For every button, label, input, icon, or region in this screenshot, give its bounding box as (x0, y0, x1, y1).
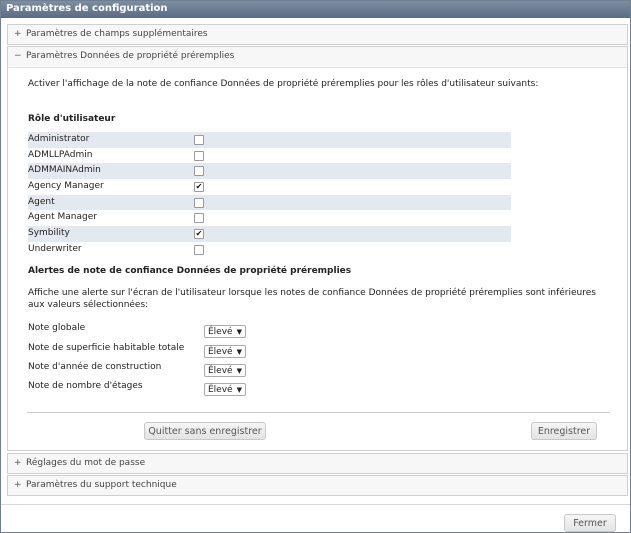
panel-prefill: − Paramètres Données de propriété préremp… (7, 46, 628, 451)
dropdown-arrow-icon: ▼ (236, 348, 242, 356)
panel-support-title: Paramètres du support technique (26, 480, 177, 490)
prefill-description: Activer l'affichage de la note de confia… (28, 79, 539, 89)
panel-extra-fields-title: Paramètres de champs supplémentaires (26, 29, 208, 39)
role-label: Symbility (28, 228, 70, 239)
alert-label: Note globale (28, 323, 86, 333)
role-label: Agency Manager (28, 181, 104, 192)
role-label: Agent (28, 196, 55, 207)
role-label: Agent Manager (28, 212, 97, 223)
alert-label: Note d'année de construction (28, 362, 162, 372)
role-row: Agent Manager (28, 210, 511, 226)
expand-icon: + (14, 458, 22, 468)
config-window: Paramètres de configuration + Paramètres … (0, 0, 631, 533)
role-row: Administrator (28, 132, 511, 148)
expand-icon: + (14, 480, 22, 490)
panel-extra-fields[interactable]: + Paramètres de champs supplémentaires (7, 24, 628, 45)
expand-icon: + (14, 29, 22, 39)
panel-support[interactable]: + Paramètres du support technique (7, 475, 628, 496)
quit-without-saving-button[interactable]: Quitter sans enregistrer (144, 422, 266, 440)
panel-support-header[interactable]: + Paramètres du support technique (8, 476, 627, 496)
role-label: Underwriter (28, 243, 82, 254)
role-checkbox[interactable] (194, 135, 204, 145)
role-checkbox[interactable]: ✔ (194, 182, 204, 193)
role-row: ADMLLPAdmin (28, 148, 511, 164)
role-row: Agency Manager ✔ (28, 179, 511, 195)
alert-select[interactable]: Élevé ▼ (204, 345, 246, 358)
alerts-heading: Alertes de note de confiance Données de … (28, 266, 352, 276)
panel-password-title: Réglages du mot de passe (26, 458, 146, 468)
role-row: Agent (28, 194, 511, 211)
footer-divider (1, 504, 630, 505)
role-row: Underwriter (28, 242, 511, 258)
panel-password-header[interactable]: + Réglages du mot de passe (8, 454, 627, 474)
panel-extra-fields-header[interactable]: + Paramètres de champs supplémentaires (8, 25, 627, 45)
save-button[interactable]: Enregistrer (531, 422, 597, 440)
panel-prefill-header[interactable]: − Paramètres Données de propriété préremp… (8, 47, 627, 68)
alert-select[interactable]: Élevé ▼ (204, 364, 246, 377)
alerts-description: Affiche une alerte sur l'écran de l'util… (28, 288, 596, 310)
alert-select-value: Élevé (208, 366, 233, 376)
collapse-icon: − (14, 51, 22, 61)
role-row: ADMMAINAdmin (28, 163, 511, 180)
alert-select[interactable]: Élevé ▼ (204, 325, 246, 338)
dropdown-arrow-icon: ▼ (236, 328, 242, 336)
roles-table: Administrator ADMLLPAdmin ADMMAINAdmin A… (28, 132, 511, 258)
alert-select[interactable]: Élevé ▼ (204, 383, 246, 396)
role-checkbox[interactable] (194, 150, 204, 161)
role-checkbox[interactable] (194, 213, 204, 224)
alert-row: Note de nombre d'étages Élevé ▼ (28, 381, 328, 397)
role-checkbox[interactable]: ✔ (194, 229, 204, 240)
alert-select-value: Élevé (208, 347, 233, 357)
alert-row: Note de superficie habitable totale Élev… (28, 343, 328, 359)
role-checkbox[interactable] (194, 197, 204, 208)
alert-select-value: Élevé (208, 385, 233, 395)
dropdown-arrow-icon: ▼ (236, 367, 242, 375)
window-title: Paramètres de configuration (1, 1, 630, 18)
divider (27, 412, 610, 413)
alert-label: Note de superficie habitable totale (28, 343, 185, 353)
alert-label: Note de nombre d'étages (28, 381, 143, 391)
role-label: ADMMAINAdmin (28, 165, 101, 176)
alert-row: Note globale Élevé ▼ (28, 323, 328, 339)
roles-heading: Rôle d'utilisateur (28, 114, 116, 124)
role-row: Symbility ✔ (28, 226, 511, 242)
dropdown-arrow-icon: ▼ (236, 386, 242, 394)
role-checkbox[interactable] (194, 166, 204, 177)
role-checkbox[interactable] (194, 244, 204, 255)
role-label: Administrator (28, 134, 90, 144)
panel-prefill-title: Paramètres Données de propriété prérempl… (26, 51, 235, 61)
panel-password[interactable]: + Réglages du mot de passe (7, 453, 628, 474)
alert-row: Note d'année de construction Élevé ▼ (28, 362, 328, 378)
alert-select-value: Élevé (208, 327, 233, 337)
role-label: ADMLLPAdmin (28, 149, 93, 160)
close-button[interactable]: Fermer (564, 514, 616, 532)
